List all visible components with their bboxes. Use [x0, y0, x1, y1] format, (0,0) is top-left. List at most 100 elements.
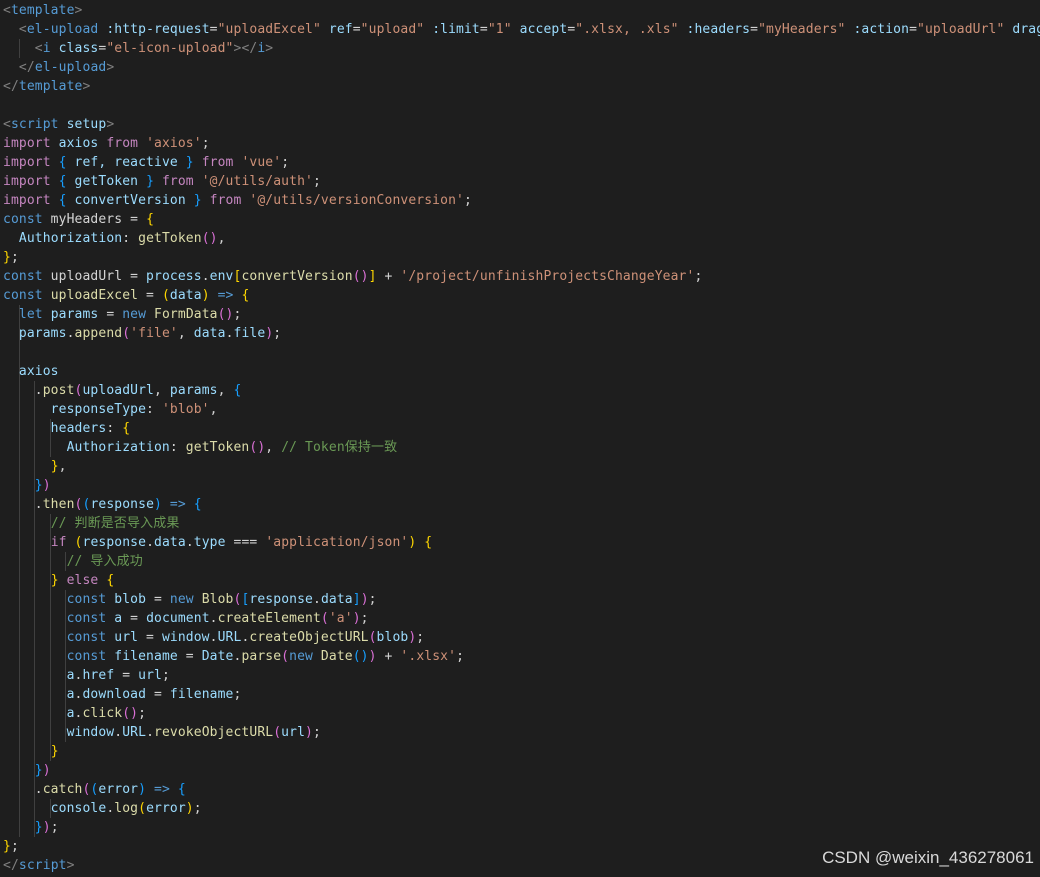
code-token: getToken: [185, 440, 250, 455]
code-line: const url = window.URL.createObjectURL(b…: [3, 628, 425, 647]
code-line: <el-upload :http-request="uploadExcel" r…: [3, 20, 1040, 39]
code-editor[interactable]: <template> <el-upload :http-request="upl…: [0, 0, 1040, 877]
code-token: data: [193, 326, 226, 341]
code-line: headers: {: [3, 419, 130, 438]
code-token: a: [106, 611, 131, 626]
code-token: URL: [122, 725, 147, 740]
code-line: <i class="el-icon-upload"></i>: [3, 39, 273, 58]
code-token: href: [82, 668, 115, 683]
code-token: el-upload: [34, 60, 107, 75]
code-token: const: [66, 630, 107, 645]
code-token: import: [3, 136, 51, 151]
code-token: headers: [3, 421, 107, 436]
code-token: response: [82, 535, 147, 550]
code-token: =>: [169, 497, 186, 512]
code-token: then: [42, 497, 75, 512]
code-line: .post(uploadUrl, params, {: [3, 381, 242, 400]
code-token: {: [241, 288, 250, 303]
code-token: "myHeaders": [758, 22, 846, 37]
code-token: convertVersion: [241, 269, 353, 284]
code-line: responseType: 'blob',: [3, 400, 218, 419]
code-token: }: [3, 839, 11, 854]
code-token: {: [177, 782, 186, 797]
code-token: url: [106, 630, 147, 645]
code-token: "1": [487, 22, 512, 37]
code-token: const: [66, 649, 107, 664]
code-line: .catch((error) => {: [3, 780, 186, 799]
code-token: const: [66, 592, 107, 607]
code-token: revokeObjectURL: [154, 725, 274, 740]
code-line: });: [3, 818, 59, 837]
code-token: ,: [154, 383, 170, 398]
code-token: script: [18, 858, 67, 873]
code-token: ): [201, 288, 210, 303]
code-token: file: [233, 326, 266, 341]
code-token: process: [138, 269, 202, 284]
code-token: response: [249, 592, 313, 607]
code-line: .then((response) => {: [3, 495, 202, 514]
code-token: catch: [42, 782, 83, 797]
code-token: ;: [456, 649, 465, 664]
code-token: >: [106, 117, 115, 132]
code-token: (: [161, 288, 170, 303]
code-line: </script>: [3, 856, 75, 875]
code-token: filename: [169, 687, 234, 702]
code-token: // 判断是否导入成果: [50, 516, 180, 531]
code-token: new: [289, 649, 313, 664]
code-token: }: [50, 573, 59, 588]
code-token: click: [82, 706, 123, 721]
code-token: FormData: [154, 307, 218, 322]
code-token: template: [10, 3, 75, 18]
code-token: ;: [10, 250, 19, 265]
code-token: "uploadUrl": [917, 22, 1005, 37]
code-token: ;: [312, 725, 321, 740]
code-token: new: [122, 307, 147, 322]
code-token: "uploadExcel": [217, 22, 321, 37]
code-token: =: [130, 212, 139, 227]
code-token: el-upload: [26, 22, 99, 37]
code-token: (): [122, 706, 139, 721]
code-token: >: [106, 60, 115, 75]
code-token: i: [42, 41, 51, 56]
code-token: .: [3, 497, 43, 512]
code-line: }): [3, 476, 51, 495]
code-token: :: [106, 421, 123, 436]
code-line: }: [3, 742, 59, 761]
code-token: 'vue': [241, 155, 282, 170]
code-token: :limit: [424, 22, 480, 37]
code-token: .: [225, 326, 234, 341]
code-token: {: [146, 212, 155, 227]
code-token: from: [201, 155, 234, 170]
code-token: >: [74, 3, 83, 18]
code-line: params.append('file', data.file);: [3, 324, 281, 343]
code-token: ): [360, 592, 369, 607]
code-line: const a = document.createElement('a');: [3, 609, 369, 628]
code-token: a: [3, 668, 75, 683]
code-token: ,: [177, 326, 194, 341]
code-token: post: [42, 383, 75, 398]
code-token: convertVersion: [66, 193, 194, 208]
code-token: '.xlsx': [400, 649, 457, 664]
code-token: data: [320, 592, 353, 607]
code-token: }: [34, 820, 43, 835]
code-token: append: [74, 326, 123, 341]
code-token: .: [209, 630, 218, 645]
code-token: 'blob': [161, 402, 210, 417]
code-token: .: [146, 725, 155, 740]
code-line: } else {: [3, 571, 114, 590]
